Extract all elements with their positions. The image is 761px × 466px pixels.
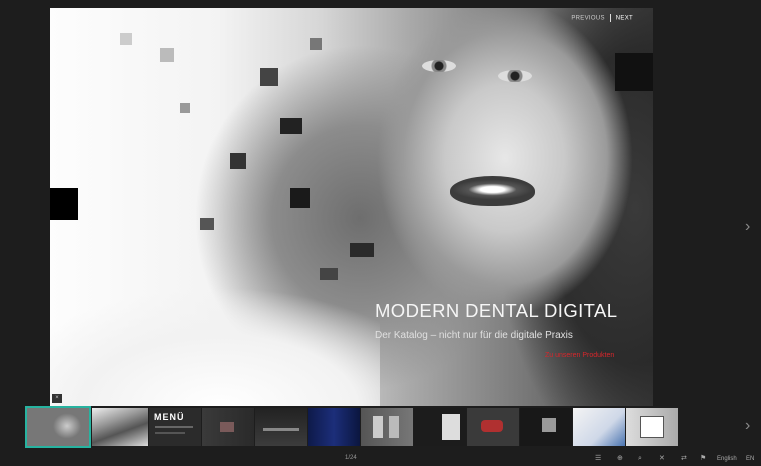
thumbnail-page-1[interactable] bbox=[25, 406, 91, 448]
pixel-block bbox=[200, 218, 214, 230]
cover-photo-lips bbox=[450, 176, 535, 206]
pixel-block bbox=[615, 53, 653, 91]
thumbnail-page-2[interactable] bbox=[92, 408, 148, 446]
thumbnail-page-6[interactable] bbox=[308, 408, 360, 446]
page-indicator: 1/24 bbox=[345, 455, 357, 461]
pixel-block bbox=[230, 153, 246, 169]
thumbnails-next-arrow-icon[interactable]: › bbox=[745, 418, 750, 434]
pixel-block bbox=[180, 103, 190, 113]
thumbnail-graphic bbox=[220, 422, 234, 432]
close-thumbnails-button[interactable]: × bbox=[52, 394, 62, 403]
catalog-cover-page[interactable]: PREVIOUS NEXT MODERN DENTAL DIGITAL Der K… bbox=[50, 8, 653, 406]
thumbnail-graphic bbox=[542, 418, 556, 432]
pixel-block bbox=[160, 48, 174, 62]
footer-toolbar bbox=[0, 450, 761, 466]
pixel-block bbox=[50, 188, 78, 220]
thumbnail-graphic bbox=[389, 416, 399, 438]
fullscreen-icon[interactable]: ✕ bbox=[659, 455, 665, 463]
thumbnail-line bbox=[155, 426, 193, 428]
search-icon[interactable]: ⌕ bbox=[638, 455, 642, 463]
cover-photo-shoulder bbox=[50, 278, 380, 406]
flipbook-viewer: PREVIOUS NEXT MODERN DENTAL DIGITAL Der K… bbox=[0, 0, 761, 466]
thumbnail-page-4[interactable] bbox=[202, 408, 254, 446]
thumbnail-graphic bbox=[442, 414, 460, 440]
language-code: EN bbox=[746, 456, 755, 462]
cover-photo-eye-left bbox=[422, 60, 456, 72]
language-icon[interactable]: ⚑ bbox=[700, 455, 706, 463]
thumbnail-page-9[interactable] bbox=[467, 408, 519, 446]
pixel-block bbox=[290, 188, 310, 208]
thumbnail-graphic bbox=[263, 428, 299, 431]
thumbnail-graphic bbox=[481, 420, 503, 432]
pixel-block bbox=[310, 38, 322, 50]
pixel-block bbox=[120, 33, 132, 45]
pixel-block bbox=[260, 68, 278, 86]
next-link[interactable]: NEXT bbox=[616, 16, 633, 22]
thumbnail-page-11[interactable] bbox=[573, 408, 625, 446]
previous-link[interactable]: PREVIOUS bbox=[571, 16, 604, 22]
language-selector[interactable]: English bbox=[717, 456, 737, 462]
cover-subtitle: Der Katalog – nicht nur für die digitale… bbox=[375, 330, 573, 341]
page-navigation: PREVIOUS NEXT bbox=[571, 14, 633, 22]
thumbnail-graphic bbox=[640, 416, 664, 438]
nav-divider bbox=[609, 14, 611, 22]
pixel-block bbox=[320, 268, 338, 280]
cover-products-link[interactable]: Zu unseren Produkten bbox=[545, 352, 614, 359]
thumbnail-page-7[interactable] bbox=[361, 408, 413, 446]
share-icon[interactable]: ⇄ bbox=[681, 455, 687, 463]
thumbnail-line bbox=[155, 432, 185, 434]
thumbnail-graphic bbox=[373, 416, 383, 438]
zoom-in-icon[interactable]: ⊕ bbox=[617, 455, 623, 463]
next-page-arrow-icon[interactable]: › bbox=[745, 219, 750, 235]
thumbnail-page-8[interactable] bbox=[414, 408, 466, 446]
cover-photo-eye-right bbox=[498, 70, 532, 82]
thumbnail-strip: MENÜ bbox=[25, 406, 680, 448]
thumbnail-page-3[interactable]: MENÜ bbox=[149, 408, 201, 446]
cover-title: MODERN DENTAL DIGITAL bbox=[375, 300, 618, 321]
thumbnail-page-5[interactable] bbox=[255, 408, 307, 446]
pixel-block bbox=[280, 118, 302, 134]
thumbnail-page-10[interactable] bbox=[520, 408, 572, 446]
toc-icon[interactable]: ☰ bbox=[595, 455, 601, 463]
thumbnail-page-12[interactable] bbox=[626, 408, 678, 446]
thumbnail-menu-text: MENÜ bbox=[154, 412, 185, 422]
pixel-block bbox=[350, 243, 374, 257]
